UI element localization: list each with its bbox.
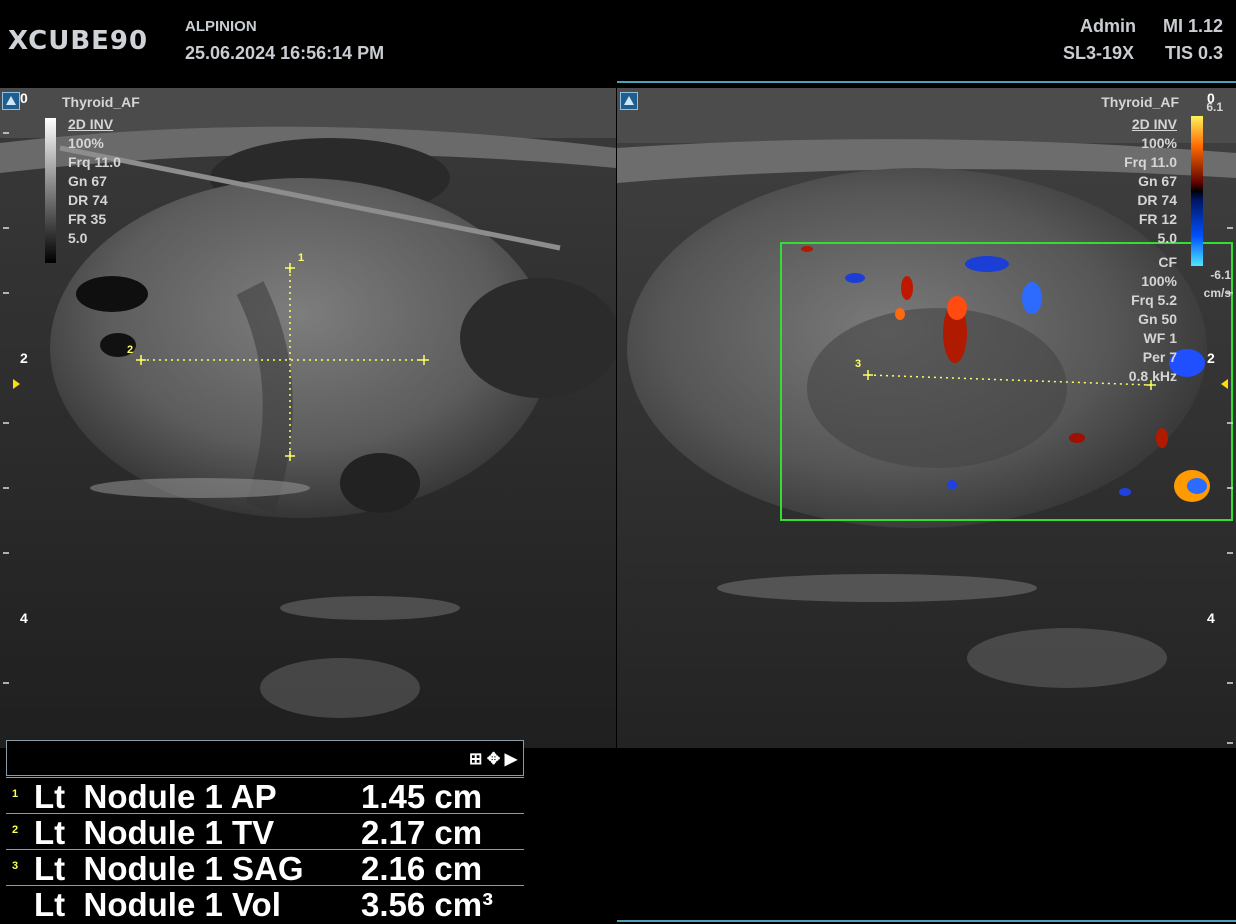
measurement-index: 2: [12, 824, 19, 836]
measurement-value: 3.56 cm³: [361, 886, 494, 923]
mode-label: 2D INV: [1131, 116, 1177, 132]
measurement-row[interactable]: 2 Lt Nodule 1 TV 2.17 cm: [6, 813, 524, 851]
param-frame-rate: FR 12: [1138, 211, 1177, 227]
velocity-scale-min: -6.1: [1210, 268, 1231, 282]
param-power: 100%: [68, 135, 104, 151]
measurement-row[interactable]: 3 Lt Nodule 1 SAG 2.16 cm: [6, 849, 524, 887]
velocity-scale-unit: cm/s: [1203, 286, 1231, 300]
cf-persistence: Per 7: [1142, 349, 1177, 365]
param-frequency: Frq 11.0: [1124, 154, 1177, 170]
caliper-label-3: 3: [855, 358, 862, 370]
measurement-row[interactable]: Lt Nodule 1 Vol 3.56 cm³: [6, 885, 524, 924]
user-name: Admin: [1080, 16, 1136, 36]
grid-icon[interactable]: ⊞: [469, 751, 482, 768]
bottom-panel-indicator: [617, 920, 1236, 922]
cf-power: 100%: [1141, 273, 1177, 289]
cf-frequency: Frq 5.2: [1131, 292, 1177, 308]
param-depth: 5.0: [1157, 230, 1177, 246]
mode-label: 2D INV: [68, 116, 114, 132]
depth-tick-4: 4: [1207, 610, 1215, 626]
measurement-index: 3: [12, 860, 19, 872]
measurement-label: Lt Nodule 1 TV: [34, 814, 275, 851]
right-ultrasound-panel[interactable]: Thyroid_AF 2D INV 100% Frq 11.0 Gn 67 DR…: [617, 88, 1236, 748]
manufacturer: ALPINION: [185, 18, 257, 35]
move-icon[interactable]: ✥: [487, 751, 500, 768]
measurement-panel-header: ⊞ ✥ ▶: [6, 740, 524, 776]
param-gain: Gn 67: [68, 173, 107, 189]
measurement-value: 2.16 cm: [361, 850, 483, 887]
measurement-label: Lt Nodule 1 Vol: [34, 886, 281, 923]
depth-tick-4: 4: [20, 610, 28, 626]
date-time: 25.06.2024 16:56:14 PM: [185, 43, 385, 63]
depth-tick-0: 0: [1207, 90, 1215, 106]
probe-name: SL3-19X: [1063, 43, 1135, 63]
left-ultrasound-panel[interactable]: Thyroid_AF 2D INV 100% Frq 11.0 Gn 67 DR…: [0, 88, 616, 748]
cf-gain: Gn 50: [1138, 311, 1177, 327]
measurement-panel: ⊞ ✥ ▶ 1 Lt Nodule 1 AP 1.45 cm 2 Lt Nodu…: [6, 740, 524, 924]
measurement-value: 1.45 cm: [361, 778, 483, 815]
param-power: 100%: [1141, 135, 1177, 151]
param-dynamic-range: DR 74: [68, 192, 108, 208]
cf-prf: 0.8 kHz: [1128, 368, 1177, 384]
depth-tick-0: 0: [20, 90, 28, 106]
cf-wall-filter: WF 1: [1143, 330, 1177, 346]
caliper-label-1: 1: [298, 252, 305, 264]
measurement-value: 2.17 cm: [361, 814, 483, 851]
probe-orientation-icon: [2, 92, 20, 110]
caliper-label-2: 2: [127, 344, 134, 356]
param-frame-rate: FR 35: [68, 211, 107, 227]
preset-name: Thyroid_AF: [1101, 94, 1179, 110]
probe-orientation-icon: [620, 92, 638, 110]
active-panel-indicator: [617, 81, 1236, 83]
cf-mode-label: CF: [1158, 254, 1177, 270]
depth-tick-2: 2: [1207, 350, 1215, 366]
param-dynamic-range: DR 74: [1137, 192, 1177, 208]
tis-value: TIS 0.3: [1165, 43, 1224, 63]
measurement-index: 1: [12, 788, 19, 800]
expand-arrow-icon[interactable]: ▶: [505, 751, 517, 768]
param-frequency: Frq 11.0: [68, 154, 121, 170]
param-gain: Gn 67: [1138, 173, 1177, 189]
logo: XCUBE90: [8, 26, 149, 56]
header-bar: XCUBE90 ALPINION 25.06.2024 16:56:14 PM …: [0, 0, 1236, 80]
measurement-label: Lt Nodule 1 AP: [34, 778, 277, 815]
measurement-panel-controls[interactable]: ⊞ ✥ ▶: [469, 749, 517, 769]
measurement-row[interactable]: 1 Lt Nodule 1 AP 1.45 cm: [6, 777, 524, 815]
depth-tick-2: 2: [20, 350, 28, 366]
preset-name: Thyroid_AF: [62, 94, 140, 110]
param-depth: 5.0: [68, 230, 88, 246]
measurement-label: Lt Nodule 1 SAG: [34, 850, 304, 887]
mi-value: MI 1.12: [1163, 16, 1224, 36]
